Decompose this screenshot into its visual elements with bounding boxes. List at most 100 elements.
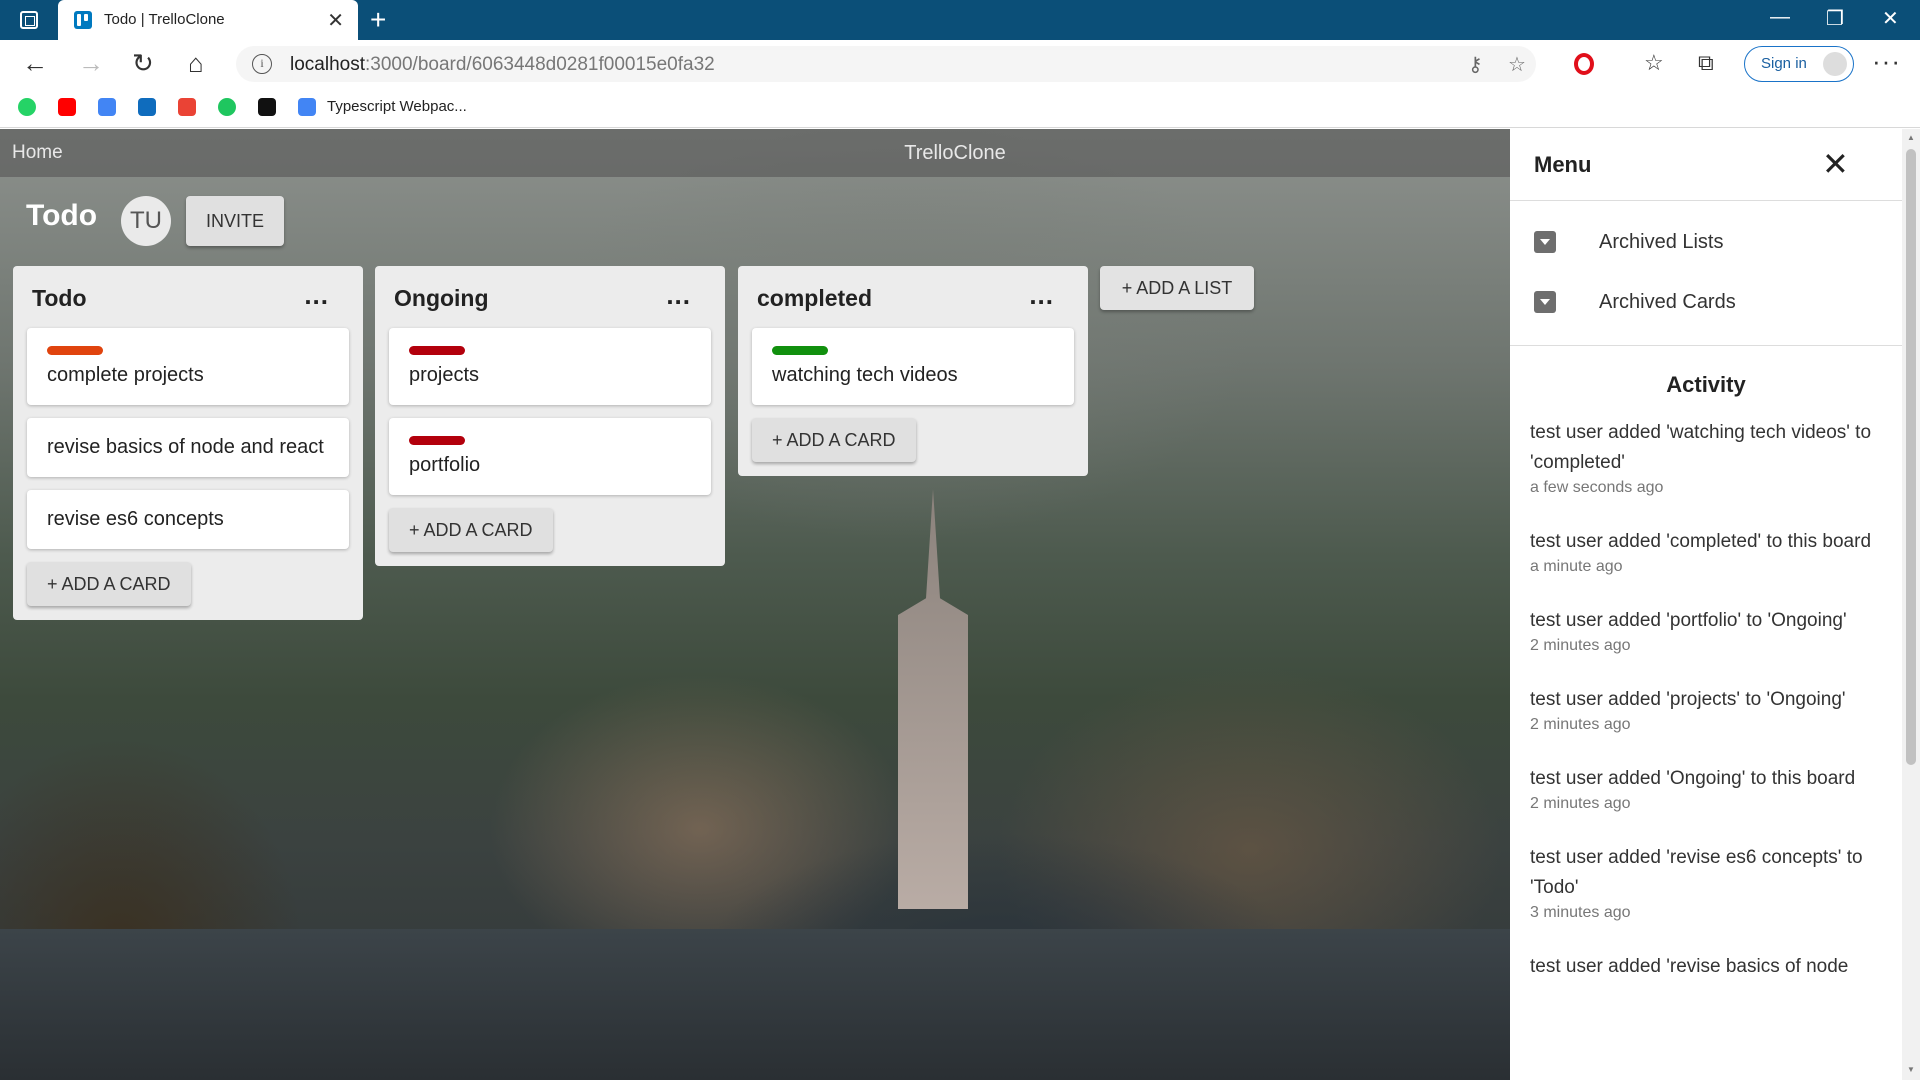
whatsapp-icon[interactable]	[18, 98, 36, 116]
browser-menu-icon[interactable]: ···	[1872, 46, 1901, 77]
activity-time: 3 minutes ago	[1530, 904, 1631, 921]
menu-item-label: Archived Cards	[1599, 291, 1736, 313]
list-menu-icon[interactable]: ...	[304, 280, 329, 311]
gmail-icon[interactable]	[178, 98, 196, 116]
refresh-icon[interactable]: ↻	[132, 48, 154, 78]
list-title[interactable]: Ongoing	[394, 285, 489, 312]
card-text: revise es6 concepts	[47, 508, 224, 530]
browser-tab[interactable]: Todo | TrelloClone ✕	[58, 0, 358, 40]
activity-item: test user added 'watching tech videos' t…	[1510, 418, 1902, 497]
menu-item-label: Archived Lists	[1599, 231, 1724, 253]
tab-title: Todo | TrelloClone	[104, 11, 225, 28]
youtube-icon[interactable]	[58, 98, 76, 116]
user-avatar[interactable]: TU	[121, 196, 171, 246]
card-text: projects	[409, 364, 480, 386]
add-favorite-icon[interactable]: ☆	[1508, 52, 1526, 77]
list-todo: Todo ... complete projects revise basics…	[13, 266, 363, 620]
scroll-up-icon[interactable]: ▲	[1907, 133, 1915, 142]
grammarly-icon[interactable]	[218, 98, 236, 116]
background-lake	[0, 929, 1510, 1080]
activity-item: test user added 'revise es6 concepts' to…	[1510, 843, 1902, 922]
tab-close-icon[interactable]: ✕	[327, 8, 344, 33]
activity-item: test user added 'portfolio' to 'Ongoing'…	[1510, 606, 1902, 655]
back-icon[interactable]: ←	[22, 48, 48, 78]
activity-item: test user added 'completed' to this boar…	[1510, 527, 1902, 576]
forward-icon[interactable]: →	[78, 48, 104, 78]
profile-avatar-icon	[1823, 52, 1847, 76]
list-menu-icon[interactable]: ...	[1029, 280, 1054, 311]
bookmark-typescript[interactable]: Typescript Webpac...	[327, 98, 467, 115]
card-text: portfolio	[409, 454, 481, 476]
add-list-button[interactable]: + ADD A LIST	[1100, 266, 1254, 310]
list-completed: completed ... watching tech videos + ADD…	[738, 266, 1088, 476]
bookmark-app-icon[interactable]	[258, 98, 276, 116]
menu-scrollbar[interactable]: ▲ ▼	[1902, 129, 1920, 1080]
menu-header: Menu ✕	[1510, 129, 1902, 201]
url-field[interactable]: i localhost:3000/board/6063448d0281f0001…	[236, 46, 1536, 82]
app-header: Home TrelloClone	[0, 129, 1510, 177]
card-text: watching tech videos	[772, 364, 958, 386]
key-icon[interactable]: ⚷	[1468, 52, 1483, 77]
activity-time: 2 minutes ago	[1530, 637, 1631, 654]
docs-icon[interactable]	[98, 98, 116, 116]
menu-title: Menu	[1534, 152, 1592, 177]
activity-item: test user added 'projects' to 'Ongoing' …	[1510, 685, 1902, 734]
add-card-button[interactable]: + ADD A CARD	[389, 508, 553, 552]
activity-text: test user added 'revise basics of node	[1530, 956, 1849, 977]
list-header: Ongoing ...	[389, 266, 711, 328]
list-menu-icon[interactable]: ...	[666, 280, 691, 311]
restore-icon[interactable]: ❐	[1826, 6, 1844, 31]
url-text: localhost:3000/board/6063448d0281f00015e…	[290, 54, 715, 75]
card-text: revise basics of node and react	[47, 436, 324, 458]
list-header: completed ...	[752, 266, 1074, 328]
tab-actions-icon[interactable]	[20, 11, 38, 29]
card-text: complete projects	[47, 364, 204, 386]
card[interactable]: portfolio	[389, 418, 711, 495]
scroll-down-icon[interactable]: ▼	[1907, 1065, 1915, 1074]
activity-item: test user added 'Ongoing' to this board …	[1510, 764, 1902, 813]
sign-in-button[interactable]: Sign in	[1744, 46, 1854, 82]
activity-text: test user added 'projects' to 'Ongoing'	[1530, 689, 1846, 710]
card[interactable]: watching tech videos	[752, 328, 1074, 405]
menu-item-archived-cards[interactable]: Archived Cards	[1510, 273, 1902, 333]
activity-text: test user added 'completed' to this boar…	[1530, 531, 1872, 552]
menu-close-icon[interactable]: ✕	[1822, 145, 1849, 183]
card[interactable]: revise es6 concepts	[27, 490, 349, 549]
card-label-tag	[409, 346, 465, 355]
info-icon[interactable]: i	[252, 54, 272, 74]
add-card-button[interactable]: + ADD A CARD	[27, 562, 191, 606]
activity-time: 2 minutes ago	[1530, 795, 1631, 812]
card[interactable]: revise basics of node and react	[27, 418, 349, 477]
address-bar-row: ← → ↻ ⌂ i localhost:3000/board/6063448d0…	[0, 40, 1920, 88]
opera-icon[interactable]	[1574, 53, 1594, 75]
menu-item-archived-lists[interactable]: Archived Lists	[1510, 213, 1902, 273]
activity-title: Activity	[1666, 372, 1746, 397]
minimize-icon[interactable]: —	[1770, 6, 1790, 29]
home-icon[interactable]: ⌂	[188, 48, 204, 78]
card-label-tag	[772, 346, 828, 355]
menu-divider	[1510, 345, 1902, 346]
window-close-icon[interactable]: ✕	[1882, 6, 1899, 31]
collections-icon[interactable]: ⧉	[1698, 50, 1714, 76]
favorites-icon[interactable]: ☆	[1644, 50, 1664, 76]
list-ongoing: Ongoing ... projects portfolio + ADD A C…	[375, 266, 725, 566]
list-title[interactable]: completed	[757, 285, 872, 312]
list-title[interactable]: Todo	[32, 285, 87, 312]
archive-icon	[1534, 231, 1556, 253]
card[interactable]: complete projects	[27, 328, 349, 405]
card[interactable]: projects	[389, 328, 711, 405]
activity-text: test user added 'Ongoing' to this board	[1530, 768, 1856, 789]
archive-icon	[1534, 291, 1556, 313]
activity-item: test user added 'revise basics of node	[1510, 952, 1902, 982]
new-tab-icon[interactable]: +	[370, 4, 386, 36]
add-card-button[interactable]: + ADD A CARD	[752, 418, 916, 462]
list-header: Todo ...	[27, 266, 349, 328]
scroll-thumb[interactable]	[1906, 149, 1916, 765]
docs-icon-2[interactable]	[298, 98, 316, 116]
invite-button[interactable]: INVITE	[186, 196, 284, 246]
outlook-icon[interactable]	[138, 98, 156, 116]
home-link[interactable]: Home	[12, 142, 63, 164]
sign-in-label: Sign in	[1761, 55, 1807, 72]
card-label-tag	[47, 346, 103, 355]
activity-text: test user added 'portfolio' to 'Ongoing'	[1530, 610, 1847, 631]
